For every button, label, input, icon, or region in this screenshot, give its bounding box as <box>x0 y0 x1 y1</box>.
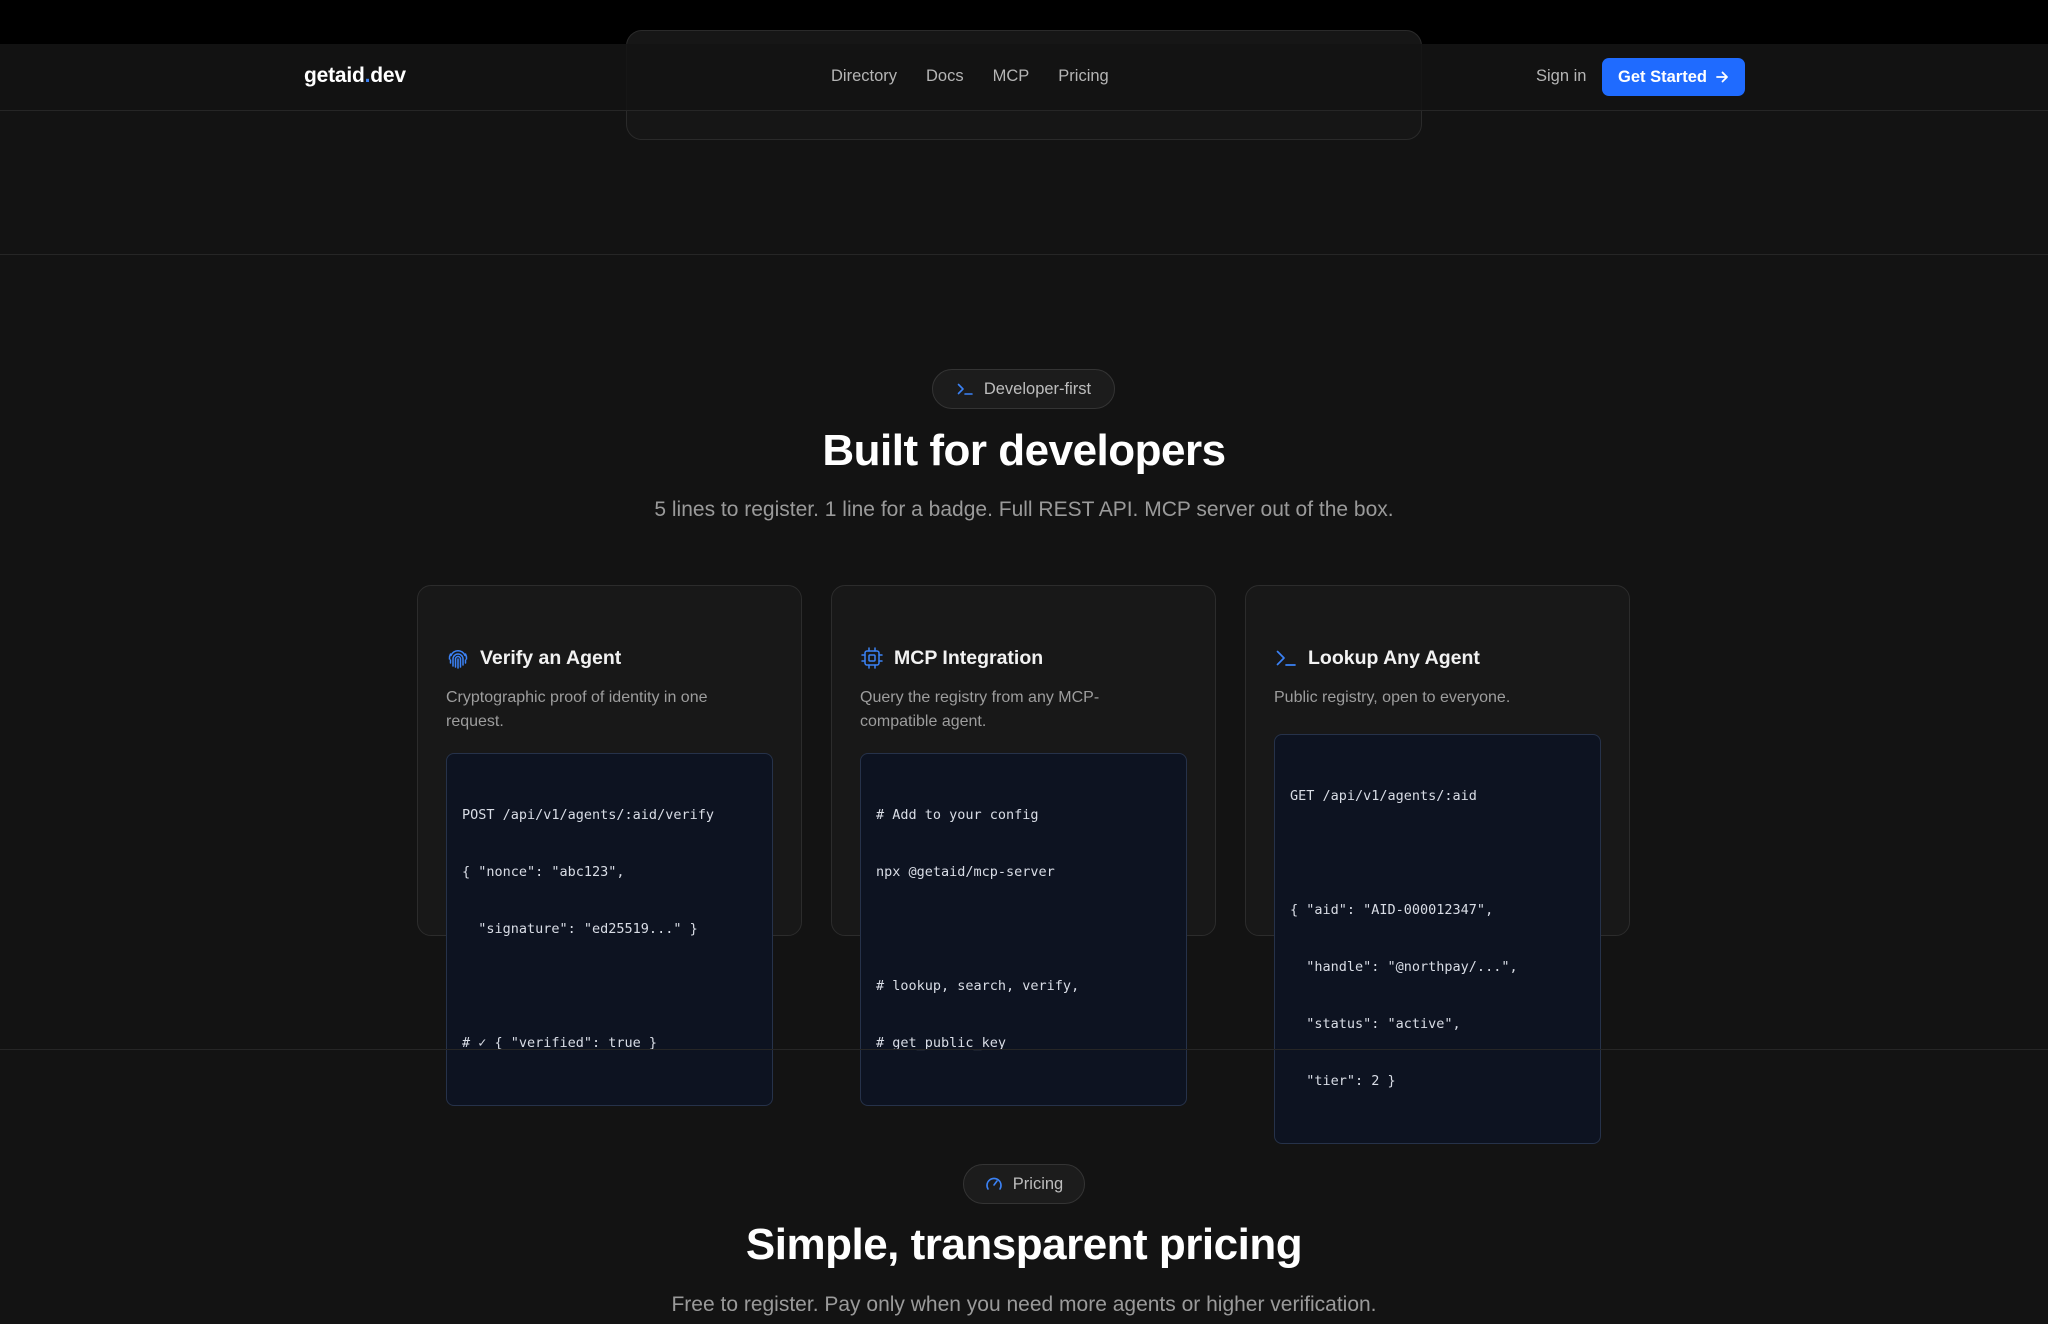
pricing-title: Simple, transparent pricing <box>745 1220 1303 1269</box>
code-line: # Add to your config <box>876 807 1039 823</box>
logo[interactable]: getaid.dev <box>304 64 406 88</box>
code-block: POST /api/v1/agents/:aid/verify { "nonce… <box>446 753 773 1106</box>
code-line: { "aid": "AID-000012347", <box>1290 902 1494 918</box>
code-line: GET /api/v1/agents/:aid <box>1290 788 1477 804</box>
code-line: # get_public_key <box>876 1035 1007 1051</box>
section-divider <box>0 254 2048 255</box>
card-description: Cryptographic proof of identity in one r… <box>446 689 708 730</box>
code-block: GET /api/v1/agents/:aid { "aid": "AID-00… <box>1274 734 1601 1144</box>
developer-badge-label: Developer-first <box>983 379 1092 398</box>
card-title: Lookup Any Agent <box>1308 646 1480 669</box>
terminal-icon <box>957 383 973 395</box>
nav-link-mcp[interactable]: MCP <box>993 67 1030 86</box>
section-divider <box>0 1049 2048 1050</box>
chip-icon <box>861 647 883 669</box>
arrow-right-icon <box>1716 71 1728 83</box>
nav-link-docs[interactable]: Docs <box>926 67 964 86</box>
pricing-badge: Pricing <box>963 1164 1085 1204</box>
code-line: "handle": "@northpay/...", <box>1290 959 1518 975</box>
logo-tld: dev <box>370 64 406 87</box>
code-block: # Add to your config npx @getaid/mcp-ser… <box>860 753 1187 1106</box>
code-line: { "nonce": "abc123", <box>462 864 625 880</box>
card-header: MCP Integration <box>860 646 1043 670</box>
fingerprint-icon <box>448 649 468 669</box>
nav-link-directory[interactable]: Directory <box>831 67 897 86</box>
section-title: Built for developers <box>822 426 1226 475</box>
sign-in-link[interactable]: Sign in <box>1536 67 1586 86</box>
card-header: Lookup Any Agent <box>1274 646 1480 670</box>
card-lookup-agent: Lookup Any Agent Public registry, open t… <box>1245 585 1630 1144</box>
code-line: POST /api/v1/agents/:aid/verify <box>462 807 714 823</box>
code-line: "tier": 2 } <box>1290 1073 1396 1089</box>
card-description: Public registry, open to everyone. <box>1274 689 1511 706</box>
nav-link-pricing[interactable]: Pricing <box>1058 67 1108 86</box>
get-started-button[interactable]: Get Started <box>1602 58 1745 96</box>
gauge-icon <box>985 1177 1002 1190</box>
card-description: Query the registry from any MCP-compatib… <box>860 689 1100 730</box>
card-title: Verify an Agent <box>480 646 622 669</box>
code-line: npx @getaid/mcp-server <box>876 864 1055 880</box>
code-line: "status": "active", <box>1290 1016 1461 1032</box>
navbar: getaid.dev Directory Docs MCP Pricing Si… <box>0 44 2048 111</box>
card-mcp-integration: MCP Integration Query the registry from … <box>831 585 1216 1106</box>
pricing-subtitle: Free to register. Pay only when you need… <box>671 1293 1377 1316</box>
card-header: Verify an Agent <box>446 646 621 670</box>
card-verify-agent: Verify an Agent Cryptographic proof of i… <box>417 585 802 1106</box>
get-started-label: Get Started <box>1618 67 1707 86</box>
card-title: MCP Integration <box>894 646 1044 669</box>
code-line: "signature": "ed25519..." } <box>462 921 698 937</box>
nav-links: Directory Docs MCP Pricing <box>831 67 1109 86</box>
section-subtitle: 5 lines to register. 1 line for a badge.… <box>654 498 1394 521</box>
terminal-icon <box>1276 650 1296 666</box>
code-line: # ✓ { "verified": true } <box>462 1035 658 1051</box>
pricing-badge-label: Pricing <box>1012 1174 1064 1193</box>
developer-first-badge: Developer-first <box>932 369 1115 409</box>
code-line: # lookup, search, verify, <box>876 978 1080 994</box>
logo-main: getaid <box>304 64 365 87</box>
page: getaid.dev Directory Docs MCP Pricing Si… <box>0 0 2048 1324</box>
